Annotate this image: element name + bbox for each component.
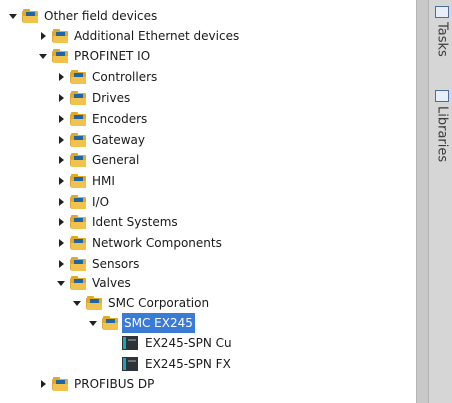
chevron-down-icon[interactable] <box>88 313 98 333</box>
chevron-right-icon[interactable] <box>56 212 66 232</box>
folder-icon <box>86 296 102 310</box>
tree-item-label: Additional Ethernet devices <box>74 29 240 43</box>
folder-icon <box>70 70 86 84</box>
tree-item-controllers[interactable]: Controllers <box>56 67 159 87</box>
tree-item-profinet-io[interactable]: PROFINET IO <box>38 46 152 66</box>
tree-item-label: Ident Systems <box>92 215 178 229</box>
chevron-right-icon[interactable] <box>56 150 66 170</box>
folder-icon <box>52 49 68 63</box>
chevron-right-icon[interactable] <box>38 374 48 394</box>
tab-tasks[interactable]: Tasks <box>434 6 450 57</box>
chevron-right-icon[interactable] <box>56 171 66 191</box>
folder-icon <box>70 91 86 105</box>
chevron-right-icon[interactable] <box>56 88 66 108</box>
tree-item-ex245-spn-fx[interactable]: EX245-SPN FX <box>122 354 233 374</box>
chevron-right-icon[interactable] <box>56 192 66 212</box>
chevron-right-icon[interactable] <box>56 109 66 129</box>
tree-item-other-field-devices[interactable]: Other field devices <box>8 6 159 26</box>
tree-item-label: Drives <box>92 91 131 105</box>
tree-item-label: SMC EX245 <box>122 313 195 333</box>
tab-label: Libraries <box>434 106 450 163</box>
tree-item-label: Encoders <box>92 112 148 126</box>
folder-icon <box>70 215 86 229</box>
chevron-right-icon[interactable] <box>56 67 66 87</box>
tree-item-ex245-spn-cu[interactable]: EX245-SPN Cu <box>122 333 234 353</box>
tree-item-additional-ethernet-devices[interactable]: Additional Ethernet devices <box>38 26 241 46</box>
tree-item-drives[interactable]: Drives <box>56 88 132 108</box>
chevron-right-icon[interactable] <box>38 26 48 46</box>
tree-item-gateway[interactable]: Gateway <box>56 130 147 150</box>
chevron-right-icon[interactable] <box>56 254 66 274</box>
tree-item-io[interactable]: I/O <box>56 192 111 212</box>
folder-icon <box>70 153 86 167</box>
tree-item-smc-corporation[interactable]: SMC Corporation <box>72 293 211 313</box>
device-icon <box>122 357 138 371</box>
folder-icon <box>70 276 86 290</box>
tree-item-network-components[interactable]: Network Components <box>56 233 224 253</box>
tree-item-valves[interactable]: Valves <box>56 273 133 293</box>
tree-item-label: EX245-SPN FX <box>145 357 231 371</box>
tree-item-hmi[interactable]: HMI <box>56 171 117 191</box>
tab-label: Tasks <box>434 22 450 57</box>
device-icon <box>122 336 138 350</box>
tab-libraries[interactable]: Libraries <box>434 90 450 162</box>
tree-item-label: HMI <box>92 174 115 188</box>
tasks-icon <box>435 6 449 18</box>
tree-item-label: Valves <box>92 276 131 290</box>
libraries-icon <box>435 90 449 102</box>
folder-icon <box>102 316 118 330</box>
folder-icon <box>70 133 86 147</box>
folder-icon <box>52 377 68 391</box>
tree-item-label: Network Components <box>92 236 222 250</box>
chevron-down-icon[interactable] <box>8 6 18 26</box>
folder-icon <box>70 112 86 126</box>
chevron-down-icon[interactable] <box>72 293 82 313</box>
tree-item-label: SMC Corporation <box>108 296 210 310</box>
folder-icon <box>70 174 86 188</box>
tree-item-label: Controllers <box>92 70 158 84</box>
folder-icon <box>70 236 86 250</box>
tree-item-label: Other field devices <box>44 9 158 23</box>
right-sidebar: Tasks Libraries <box>416 0 452 403</box>
tree-item-label: Gateway <box>92 133 146 147</box>
tree-item-label: EX245-SPN Cu <box>145 336 232 350</box>
tree-item-label: I/O <box>92 195 110 209</box>
tree-item-sensors[interactable]: Sensors <box>56 254 141 274</box>
tree-item-label: PROFIBUS DP <box>74 377 155 391</box>
tree-item-encoders[interactable]: Encoders <box>56 109 149 129</box>
catalog-tree: Other field devices Additional Ethernet … <box>0 0 416 403</box>
chevron-right-icon[interactable] <box>56 233 66 253</box>
chevron-down-icon[interactable] <box>38 46 48 66</box>
sidebar-splitter[interactable] <box>417 0 429 403</box>
tree-item-ident-systems[interactable]: Ident Systems <box>56 212 180 232</box>
folder-icon <box>70 195 86 209</box>
folder-icon <box>70 257 86 271</box>
folder-icon <box>52 29 68 43</box>
tree-item-smc-ex245[interactable]: SMC EX245 <box>88 313 195 333</box>
tree-item-general[interactable]: General <box>56 150 141 170</box>
tree-item-label: General <box>92 153 140 167</box>
chevron-right-icon[interactable] <box>56 130 66 150</box>
chevron-down-icon[interactable] <box>56 273 66 293</box>
tree-item-label: Sensors <box>92 257 140 271</box>
folder-icon <box>22 9 38 23</box>
tree-item-profibus-dp[interactable]: PROFIBUS DP <box>38 374 156 394</box>
tree-item-label: PROFINET IO <box>74 49 151 63</box>
